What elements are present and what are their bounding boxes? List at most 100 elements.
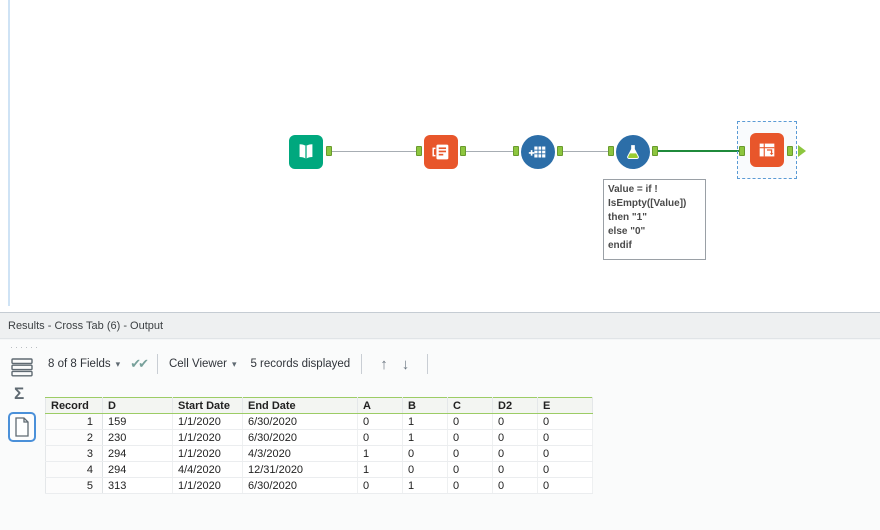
- column-header[interactable]: End Date: [242, 397, 358, 414]
- cell[interactable]: 0: [492, 429, 538, 446]
- cell[interactable]: 1/1/2020: [172, 477, 243, 494]
- arrow-down-icon[interactable]: ↓: [402, 356, 410, 373]
- column-header[interactable]: B: [402, 397, 448, 414]
- table-row[interactable]: 3 294 1/1/2020 4/3/2020 1 0 0 0 0: [45, 445, 593, 462]
- cell[interactable]: 6/30/2020: [242, 477, 358, 494]
- cell[interactable]: 1/1/2020: [172, 413, 243, 430]
- cross-tab-icon: [756, 139, 778, 161]
- cell[interactable]: 6/30/2020: [242, 429, 358, 446]
- cell[interactable]: 0: [537, 461, 593, 478]
- cell[interactable]: 294: [102, 445, 173, 462]
- column-header[interactable]: D: [102, 397, 173, 414]
- table-row[interactable]: 4 294 4/4/2020 12/31/2020 1 0 0 0 0: [45, 461, 593, 478]
- cell[interactable]: 0: [537, 477, 593, 494]
- cell[interactable]: 0: [492, 477, 538, 494]
- cell[interactable]: 0: [357, 429, 403, 446]
- annotation-line: then "1": [608, 212, 647, 223]
- cell[interactable]: 313: [102, 477, 173, 494]
- formula-annotation[interactable]: Value = if ! IsEmpty([Value]) then "1" e…: [603, 179, 706, 260]
- record-number-cell: 2: [45, 429, 103, 446]
- connection-3[interactable]: [563, 151, 608, 152]
- results-title: Results - Cross Tab (6) - Output: [8, 319, 164, 332]
- transform-tool[interactable]: [424, 135, 458, 169]
- cell[interactable]: 6/30/2020: [242, 413, 358, 430]
- apply-check-icon[interactable]: ✔✔: [130, 356, 149, 372]
- formula-tool[interactable]: [616, 135, 650, 169]
- results-left-strip: ······: [0, 340, 45, 530]
- output-anchor-4[interactable]: [652, 146, 658, 156]
- results-body: ······ 8 of 8: [0, 340, 880, 530]
- arrow-up-icon[interactable]: ↑: [380, 356, 388, 373]
- cell[interactable]: 159: [102, 413, 173, 430]
- results-grid[interactable]: Record D Start Date End Date A B C D2 E …: [45, 397, 593, 494]
- cell[interactable]: 0: [537, 413, 593, 430]
- record-number-cell: 4: [45, 461, 103, 478]
- cell[interactable]: 1/1/2020: [172, 429, 243, 446]
- toolbar-divider: [156, 354, 158, 374]
- input-anchor-5[interactable]: [739, 146, 745, 156]
- cell[interactable]: 1: [402, 477, 448, 494]
- connection-1[interactable]: [332, 151, 416, 152]
- annotation-line: IsEmpty([Value]): [608, 198, 687, 209]
- record-number-cell: 1: [45, 413, 103, 430]
- cell[interactable]: 0: [447, 429, 493, 446]
- cell[interactable]: 1: [357, 445, 403, 462]
- column-header[interactable]: A: [357, 397, 403, 414]
- annotation-line: endif: [608, 240, 632, 251]
- cell[interactable]: 0: [357, 413, 403, 430]
- input-anchor-4[interactable]: [608, 146, 614, 156]
- cell[interactable]: 12/31/2020: [242, 461, 358, 478]
- cell[interactable]: 1: [402, 429, 448, 446]
- record-number-cell: 3: [45, 445, 103, 462]
- cell[interactable]: 4/3/2020: [242, 445, 358, 462]
- output-anchor-2[interactable]: [460, 146, 466, 156]
- cell[interactable]: 0: [447, 445, 493, 462]
- fields-label: 8 of 8 Fields: [48, 358, 111, 370]
- cross-tab-tool[interactable]: [750, 133, 784, 167]
- toolbar-divider: [361, 354, 363, 374]
- column-header[interactable]: D2: [492, 397, 538, 414]
- output-anchor-5[interactable]: [787, 146, 793, 156]
- strip-drag-handle[interactable]: ······: [10, 342, 38, 352]
- connection-4-selected[interactable]: [658, 150, 739, 152]
- cell[interactable]: 0: [357, 477, 403, 494]
- metadata-view-icon[interactable]: [14, 384, 24, 404]
- column-header[interactable]: C: [447, 397, 493, 414]
- table-row[interactable]: 2 230 1/1/2020 6/30/2020 0 1 0 0 0: [45, 429, 593, 446]
- cell[interactable]: 0: [537, 445, 593, 462]
- cell[interactable]: 0: [447, 477, 493, 494]
- output-anchor-3[interactable]: [557, 146, 563, 156]
- input-data-tool[interactable]: [289, 135, 323, 169]
- cell[interactable]: 1/1/2020: [172, 445, 243, 462]
- chevron-down-icon: ▾: [115, 358, 121, 369]
- cell[interactable]: 1: [357, 461, 403, 478]
- cell[interactable]: 0: [447, 413, 493, 430]
- cell[interactable]: 4/4/2020: [172, 461, 243, 478]
- cell[interactable]: 1: [402, 413, 448, 430]
- workflow-canvas[interactable]: Value = if ! IsEmpty([Value]) then "1" e…: [0, 0, 880, 312]
- connection-2[interactable]: [466, 151, 513, 152]
- table-row[interactable]: 1 159 1/1/2020 6/30/2020 0 1 0 0 0: [45, 413, 593, 430]
- cell[interactable]: 230: [102, 429, 173, 446]
- column-header[interactable]: Record: [45, 397, 103, 414]
- fields-dropdown[interactable]: 8 of 8 Fields ▾: [48, 358, 120, 370]
- input-anchor-3[interactable]: [513, 146, 519, 156]
- cell-viewer-dropdown[interactable]: Cell Viewer ▾: [169, 358, 236, 370]
- cell[interactable]: 0: [492, 461, 538, 478]
- table-view-icon[interactable]: [11, 358, 33, 377]
- column-header[interactable]: Start Date: [172, 397, 243, 414]
- cell[interactable]: 0: [492, 413, 538, 430]
- cell[interactable]: 0: [402, 461, 448, 478]
- table-row[interactable]: 5 313 1/1/2020 6/30/2020 0 1 0 0 0: [45, 477, 593, 494]
- selected-view-button[interactable]: [8, 412, 36, 442]
- output-anchor-1[interactable]: [326, 146, 332, 156]
- column-header[interactable]: E: [537, 397, 593, 414]
- prepare-tool[interactable]: [521, 135, 555, 169]
- cell[interactable]: 0: [402, 445, 448, 462]
- grid-header-row: Record D Start Date End Date A B C D2 E: [45, 397, 593, 414]
- cell[interactable]: 0: [447, 461, 493, 478]
- input-anchor-2[interactable]: [416, 146, 422, 156]
- cell[interactable]: 294: [102, 461, 173, 478]
- cell[interactable]: 0: [492, 445, 538, 462]
- cell[interactable]: 0: [537, 429, 593, 446]
